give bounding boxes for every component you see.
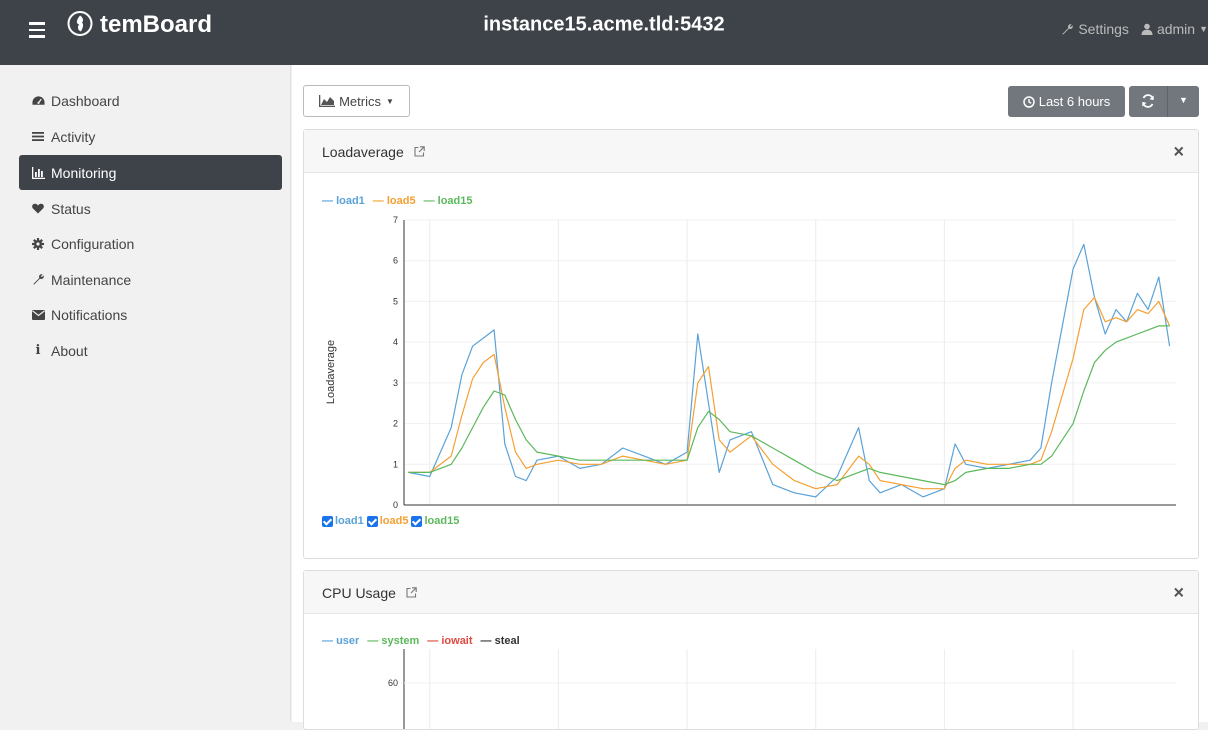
metrics-dropdown-button[interactable]: Metrics ▼ bbox=[303, 85, 410, 117]
sidebar-item-label: Dashboard bbox=[51, 92, 120, 109]
sidebar-item-configuration[interactable]: Configuration bbox=[19, 226, 282, 261]
user-label: admin bbox=[1156, 21, 1196, 37]
sidebar-item-label: About bbox=[51, 342, 88, 359]
sidebar-item-label: Notifications bbox=[51, 306, 128, 323]
sidebar: Dashboard Activity Monitoring Status Con… bbox=[0, 65, 291, 722]
legend-load15[interactable]: — load15 bbox=[424, 195, 477, 207]
y-tick-label: 7 bbox=[393, 215, 398, 225]
loadaverage-panel: Loadaverage × — load1 — load5 — load15 L… bbox=[303, 129, 1199, 559]
cpu-usage-panel: CPU Usage × — user — system — iowait — s… bbox=[303, 570, 1199, 730]
checkbox-icon bbox=[322, 515, 333, 527]
caret-down-icon: ▼ bbox=[385, 96, 394, 106]
cpu-usage-chart: 60 bbox=[388, 649, 1176, 729]
sidebar-item-notifications[interactable]: Notifications bbox=[19, 297, 282, 332]
y-tick-label: 6 bbox=[393, 256, 398, 266]
external-link-icon[interactable] bbox=[414, 144, 425, 160]
settings-label: Settings bbox=[1078, 21, 1129, 37]
sidebar-item-monitoring[interactable]: Monitoring bbox=[19, 155, 282, 190]
time-range-label: Last 6 hours bbox=[1038, 94, 1111, 109]
info-icon: i bbox=[35, 343, 41, 358]
toggle-load15[interactable]: load15 bbox=[411, 515, 459, 527]
time-range-button[interactable]: Last 6 hours bbox=[1008, 86, 1125, 117]
panel-header: Loadaverage × bbox=[304, 130, 1198, 173]
list-icon bbox=[31, 130, 45, 144]
chart-legend: — load1 — load5 — load15 bbox=[322, 195, 481, 207]
sidebar-item-label: Maintenance bbox=[51, 271, 132, 288]
sidebar-item-dashboard[interactable]: Dashboard bbox=[19, 83, 282, 118]
bar-chart-icon bbox=[31, 166, 45, 180]
legend-system[interactable]: — system bbox=[367, 635, 423, 647]
main-content: Metrics ▼ Last 6 hours ▼ Loadaverage × —… bbox=[292, 65, 1208, 730]
caret-down-icon[interactable]: ▼ bbox=[1179, 95, 1188, 105]
y-axis-label: Loadaverage bbox=[325, 340, 337, 404]
sidebar-item-label: Monitoring bbox=[51, 164, 117, 181]
checkbox-icon bbox=[411, 515, 423, 527]
y-tick-label: 60 bbox=[388, 678, 398, 688]
area-chart-icon bbox=[319, 95, 336, 107]
refresh-button-group[interactable]: ▼ bbox=[1129, 86, 1199, 117]
refresh-icon[interactable] bbox=[1141, 94, 1155, 111]
toggle-load1[interactable]: load1 bbox=[322, 515, 364, 527]
legend-steal[interactable]: — steal bbox=[481, 635, 524, 647]
panel-header: CPU Usage × bbox=[304, 571, 1198, 614]
sidebar-item-label: Status bbox=[51, 200, 91, 217]
external-link-icon[interactable] bbox=[406, 585, 417, 601]
sidebar-item-status[interactable]: Status bbox=[19, 191, 282, 226]
sidebar-item-activity[interactable]: Activity bbox=[19, 119, 282, 154]
clock-icon bbox=[1022, 95, 1035, 108]
caret-down-icon: ▼ bbox=[1199, 24, 1208, 34]
y-tick-label: 3 bbox=[393, 378, 398, 388]
instance-title: instance15.acme.tld:5432 bbox=[483, 13, 725, 36]
loadaverage-chart: Loadaverage 0123456710:0011:0012:0013:00… bbox=[325, 215, 1176, 508]
wrench-icon bbox=[31, 273, 45, 287]
close-icon[interactable]: × bbox=[1173, 583, 1184, 604]
legend-iowait[interactable]: — iowait bbox=[427, 635, 476, 647]
y-tick-label: 2 bbox=[393, 419, 398, 429]
series-line-load1 bbox=[408, 243, 1171, 498]
y-tick-label: 1 bbox=[393, 459, 398, 469]
y-tick-label: 4 bbox=[393, 337, 398, 347]
sidebar-item-maintenance[interactable]: Maintenance bbox=[19, 262, 282, 297]
gear-icon bbox=[31, 237, 45, 251]
chart-legend: — user — system — iowait — steal bbox=[322, 635, 528, 647]
checkbox-icon bbox=[366, 515, 378, 527]
wrench-icon bbox=[1062, 23, 1074, 35]
legend-load1[interactable]: — load1 bbox=[322, 195, 369, 207]
user-menu[interactable]: admin ▼ bbox=[1141, 21, 1208, 37]
dashboard-icon bbox=[31, 94, 45, 108]
sidebar-item-label: Configuration bbox=[51, 235, 135, 252]
series-line-load15 bbox=[408, 325, 1170, 486]
legend-load5[interactable]: — load5 bbox=[373, 195, 420, 207]
heart-icon bbox=[31, 202, 45, 216]
panel-title: Loadaverage bbox=[322, 144, 404, 160]
y-tick-label: 5 bbox=[393, 296, 398, 306]
toggle-load5[interactable]: load5 bbox=[366, 515, 408, 527]
settings-link[interactable]: Settings bbox=[1061, 21, 1129, 37]
series-toggles: load1 load5 load15 bbox=[322, 515, 462, 527]
panel-title: CPU Usage bbox=[322, 585, 396, 601]
series-line-load5 bbox=[408, 296, 1171, 490]
top-navbar: temBoard instance15.acme.tld:5432 Settin… bbox=[0, 0, 1208, 65]
sidebar-item-about[interactable]: i About bbox=[19, 333, 282, 368]
legend-user[interactable]: — user bbox=[322, 635, 363, 647]
y-tick-label: 0 bbox=[393, 500, 398, 508]
metrics-label: Metrics bbox=[339, 93, 381, 109]
sidebar-item-label: Activity bbox=[51, 128, 96, 145]
user-icon bbox=[1141, 23, 1153, 35]
close-icon[interactable]: × bbox=[1173, 142, 1184, 163]
envelope-icon bbox=[31, 308, 45, 322]
